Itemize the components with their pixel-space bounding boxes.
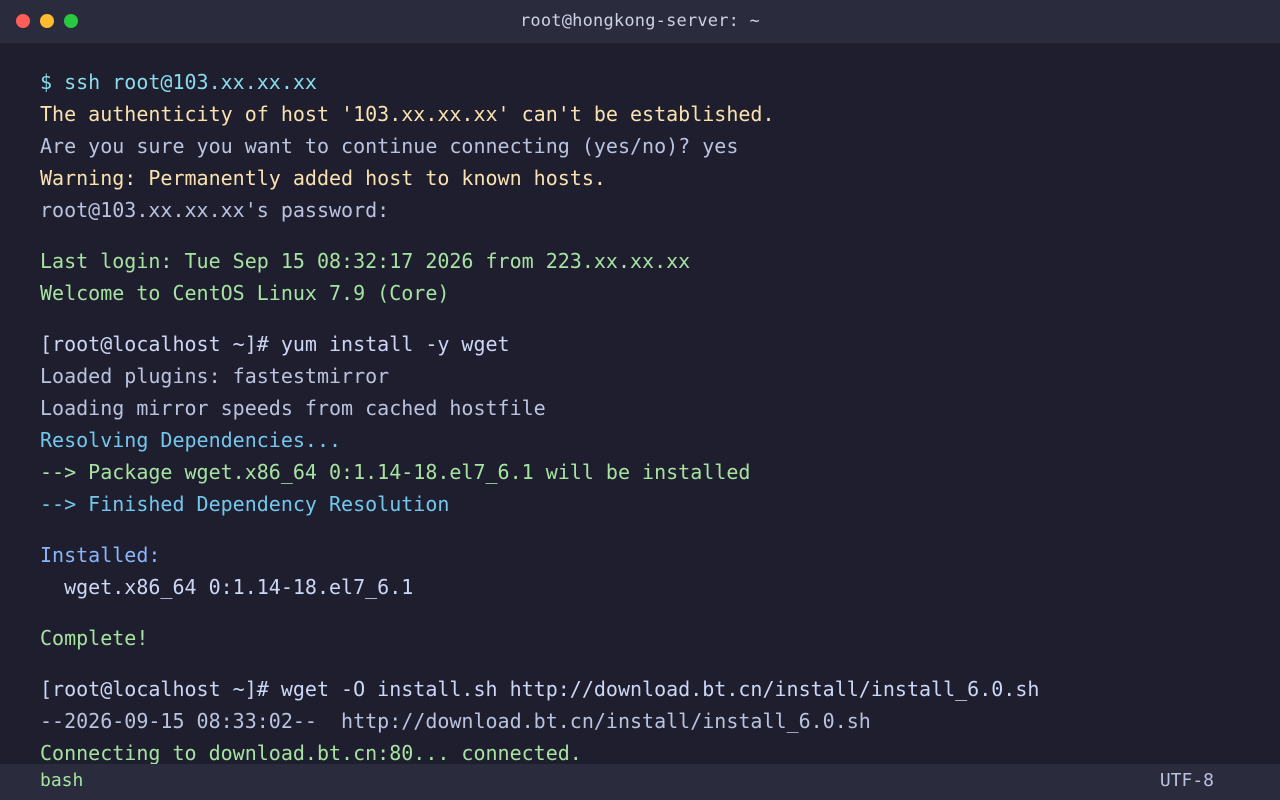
terminal-line: wget.x86_64 0:1.14-18.el7_6.1: [40, 575, 414, 599]
terminal-line: Installed:: [40, 543, 161, 567]
terminal-line: --> Package wget.x86_64 0:1.14-18.el7_6.…: [40, 460, 751, 484]
window-title: root@hongkong-server: ~: [519, 11, 760, 31]
terminal-line: Connecting to download.bt.cn:80... conne…: [40, 741, 582, 764]
terminal-line: The authenticity of host '103.xx.xx.xx' …: [40, 102, 775, 126]
terminal-line: Loaded plugins: fastestmirror: [40, 364, 390, 388]
terminal-line: Warning: Permanently added host to known…: [40, 166, 606, 190]
terminal-line: Welcome to CentOS Linux 7.9 (Core): [40, 281, 450, 305]
terminal-line: root@103.xx.xx.xx's password:: [40, 198, 390, 222]
status-bar: bash UTF-8: [0, 764, 1280, 800]
terminal-line: Last login: Tue Sep 15 08:32:17 2026 fro…: [40, 249, 691, 273]
terminal-line: Are you sure you want to continue connec…: [40, 134, 739, 158]
terminal-line: [root@localhost ~]# wget -O install.sh h…: [40, 677, 1040, 701]
terminal-line: Resolving Dependencies...: [40, 428, 342, 452]
title-bar[interactable]: root@hongkong-server: ~: [0, 0, 1280, 44]
terminal-output[interactable]: $ ssh root@103.xx.xx.xx The authenticity …: [0, 44, 1280, 764]
encoding-indicator[interactable]: UTF-8: [1160, 764, 1214, 800]
terminal-line: [root@localhost ~]# yum install -y wget: [40, 332, 510, 356]
shell-name: bash: [40, 770, 84, 791]
terminal-window: root@hongkong-server: ~ $ ssh root@103.x…: [0, 0, 1280, 800]
terminal-line: --2026-09-15 08:33:02-- http://download.…: [40, 709, 871, 733]
terminal-line: Complete!: [40, 626, 149, 650]
terminal-line: Loading mirror speeds from cached hostfi…: [40, 396, 546, 420]
terminal-line: $ ssh root@103.xx.xx.xx: [40, 70, 317, 94]
terminal-line: --> Finished Dependency Resolution: [40, 492, 450, 516]
